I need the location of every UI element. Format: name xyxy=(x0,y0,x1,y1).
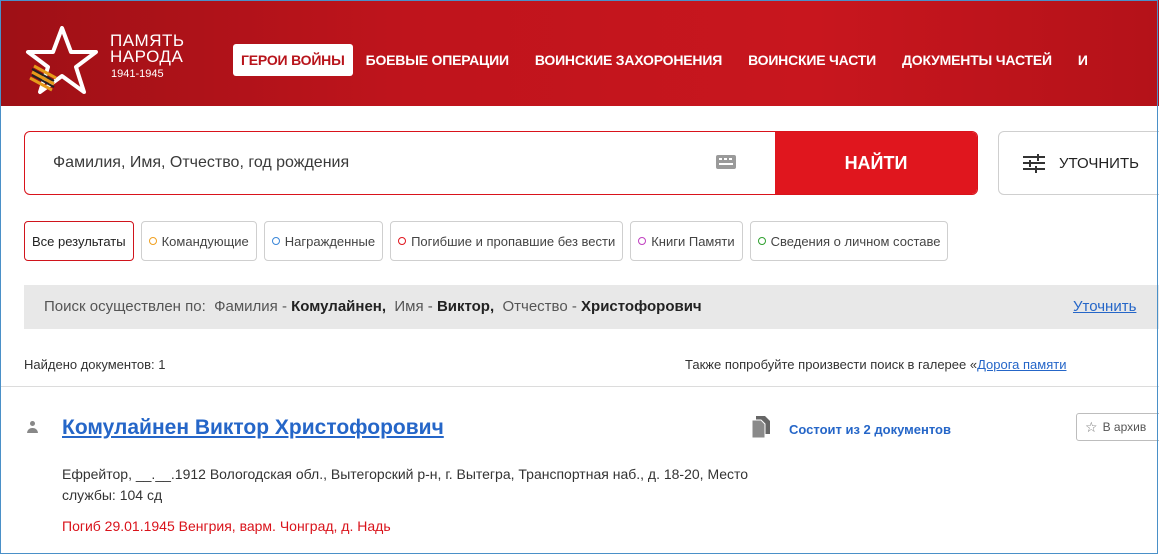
circle-icon xyxy=(638,237,647,245)
filter-awarded-label: Награжденные xyxy=(284,233,376,249)
divider xyxy=(0,386,1159,387)
filter-commanders[interactable]: Командующие xyxy=(140,221,257,261)
gallery-suggestion: Также попробуйте произвести поиск в гале… xyxy=(685,357,1066,372)
nav-heroes[interactable]: ГЕРОИ ВОЙНЫ xyxy=(233,44,353,76)
filter-personnel-label: Сведения о личном составе xyxy=(770,233,941,249)
gallery-suggestion-text: Также попробуйте произвести поиск в гале… xyxy=(685,357,978,372)
circle-icon xyxy=(271,237,280,245)
nav-burials[interactable]: ВОИНСКИЕ ЗАХОРОНЕНИЯ xyxy=(535,52,722,68)
logo-years: 1941-1945 xyxy=(111,68,164,80)
nav-operations[interactable]: БОЕВЫЕ ОПЕРАЦИИ xyxy=(366,52,509,68)
search-button[interactable]: НАЙТИ xyxy=(775,132,977,194)
nav-units[interactable]: ВОИНСКИЕ ЧАСТИ xyxy=(748,52,876,68)
filter-awarded[interactable]: Награжденные xyxy=(263,221,384,261)
query-summary: Поиск осуществлен по: Фамилия - Комулайн… xyxy=(44,298,702,315)
refine-search-button[interactable]: УТОЧНИТЬ xyxy=(998,131,1159,195)
documents-count-link[interactable]: Состоит из 2 документов xyxy=(789,422,951,437)
query-patronymic: Христофорович xyxy=(581,298,702,315)
filter-all[interactable]: Все результаты xyxy=(24,221,134,261)
site-header: ПАМЯТЬ НАРОДА 1941-1945 ГЕРОИ ВОЙНЫ БОЕВ… xyxy=(0,0,1159,106)
site-logo[interactable]: ПАМЯТЬ НАРОДА 1941-1945 xyxy=(24,26,224,96)
query-name-label: Имя - xyxy=(394,298,433,315)
filter-memory-books[interactable]: Книги Памяти xyxy=(630,221,743,261)
filter-commanders-label: Командующие xyxy=(161,233,249,249)
refine-link[interactable]: Уточнить xyxy=(1073,298,1136,315)
filter-personnel[interactable]: Сведения о личном составе xyxy=(749,221,949,261)
circle-icon xyxy=(398,237,407,245)
filter-chips: Все результаты Командующие Награжденные … xyxy=(24,221,955,261)
query-name: Виктор, xyxy=(436,298,495,315)
filter-killed-missing[interactable]: Погибшие и пропавшие без вести xyxy=(390,221,624,261)
query-surname: Комулайнен, xyxy=(291,298,387,315)
query-summary-bar: Поиск осуществлен по: Фамилия - Комулайн… xyxy=(24,285,1159,329)
main-nav: ГЕРОИ ВОЙНЫ БОЕВЫЕ ОПЕРАЦИИ ВОИНСКИЕ ЗАХ… xyxy=(233,42,1114,78)
result-death-info: Погиб 29.01.1945 Венгрия, варм. Чонград,… xyxy=(62,518,391,534)
star-ribbon-icon xyxy=(26,26,98,94)
circle-icon xyxy=(148,237,157,245)
circle-icon xyxy=(757,237,766,245)
search-input[interactable]: Фамилия, Имя, Отчество, год рождения xyxy=(53,154,349,172)
nav-unit-documents[interactable]: ДОКУМЕНТЫ ЧАСТЕЙ xyxy=(902,52,1052,68)
query-prefix: Поиск осуществлен по: xyxy=(44,298,206,315)
logo-title-line2: НАРОДА xyxy=(110,47,184,66)
filter-all-label: Все результаты xyxy=(32,233,126,249)
nav-more[interactable]: И xyxy=(1078,52,1088,68)
documents-icon xyxy=(752,416,770,438)
sliders-icon xyxy=(1023,154,1045,173)
search-box: Фамилия, Имя, Отчество, год рождения НАЙ… xyxy=(24,131,978,195)
filter-killed-missing-label: Погибшие и пропавшие без вести xyxy=(411,233,616,249)
person-icon xyxy=(27,421,38,433)
result-name-link[interactable]: Комулайнен Виктор Христофорович xyxy=(62,416,444,440)
add-to-archive-label: В архив xyxy=(1102,420,1147,434)
query-patronymic-label: Отчество - xyxy=(502,298,577,315)
query-surname-label: Фамилия - xyxy=(214,298,287,315)
filter-memory-books-label: Книги Памяти xyxy=(651,233,735,249)
star-icon: ☆ xyxy=(1085,418,1098,435)
keyboard-icon[interactable] xyxy=(716,155,736,169)
found-count: Найдено документов: 1 xyxy=(24,357,166,372)
refine-search-label: УТОЧНИТЬ xyxy=(1059,155,1139,172)
gallery-link[interactable]: Дорога памяти xyxy=(977,357,1066,372)
add-to-archive-button[interactable]: ☆ В архив xyxy=(1076,413,1159,441)
result-details: Ефрейтор, __.__.1912 Вологодская обл., В… xyxy=(62,466,749,503)
